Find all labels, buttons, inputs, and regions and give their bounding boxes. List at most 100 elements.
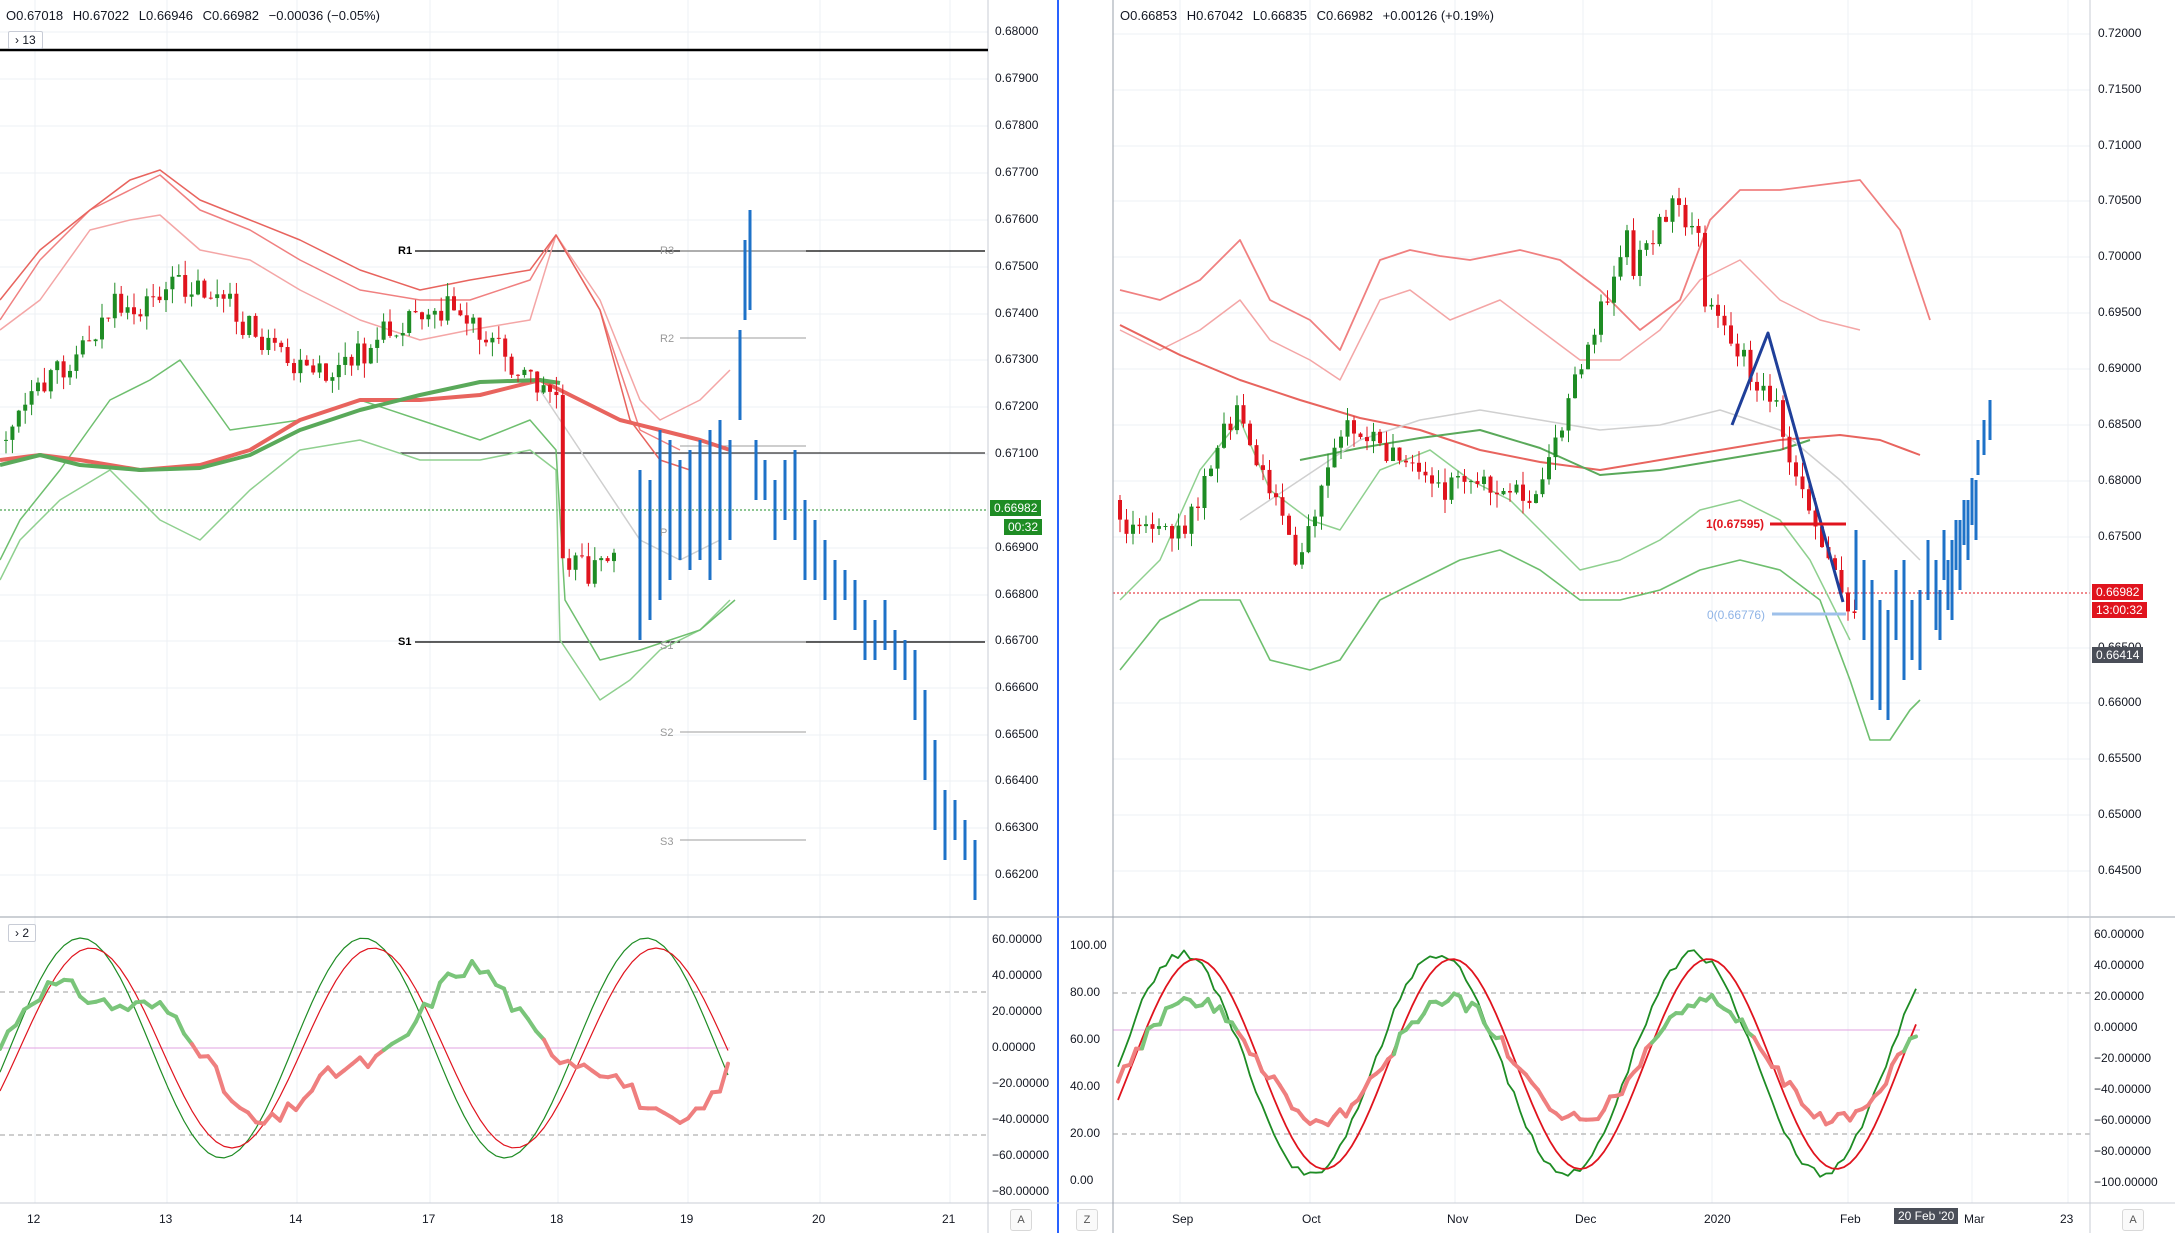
candle-body xyxy=(1436,482,1441,484)
chart-canvas[interactable] xyxy=(0,0,2175,1233)
candle-body xyxy=(1495,492,1499,495)
right-rsi-thick-line xyxy=(1908,1034,1918,1041)
right-low-tag: 0.66414 xyxy=(2092,647,2144,663)
left-auto-scale-button[interactable]: A xyxy=(1010,1209,1032,1231)
left-time-tick-label: 17 xyxy=(422,1212,436,1226)
zoom-button[interactable]: Z xyxy=(1076,1209,1098,1231)
candle-body xyxy=(1215,447,1220,469)
candle-body xyxy=(541,385,546,393)
candle-body xyxy=(1118,500,1122,520)
candle-body xyxy=(464,315,469,324)
left-osc-toggle[interactable]: › 2 xyxy=(8,924,37,942)
candle-body xyxy=(1553,437,1558,458)
candle-body xyxy=(1618,257,1623,277)
close-value: C0.66982 xyxy=(1316,8,1373,23)
candle-body xyxy=(202,280,207,298)
left-price-tick-label: 0.67800 xyxy=(995,118,1039,132)
candle-body xyxy=(119,293,124,313)
candle-body xyxy=(567,558,572,570)
left-price-tick-label: 0.66900 xyxy=(995,540,1039,554)
candle-body xyxy=(1768,385,1772,402)
right-price-tick-label: 0.70500 xyxy=(2098,193,2142,207)
fib-level-1-label: 1(0.67595) xyxy=(1706,517,1765,531)
right-osc-left-tick-label: 20.00 xyxy=(1070,1126,1101,1140)
candle-body xyxy=(1274,493,1278,498)
right-auto-scale-button[interactable]: A xyxy=(2122,1209,2144,1231)
candle-body xyxy=(1807,489,1811,511)
candle-body xyxy=(1404,460,1408,463)
candle-body xyxy=(1287,515,1291,535)
candle-body xyxy=(1547,457,1551,480)
candle-body xyxy=(1300,552,1304,565)
candle-body xyxy=(1579,369,1584,375)
right-rsi-thick-line xyxy=(1476,1004,1486,1025)
candle-body xyxy=(1345,420,1350,437)
candle-body xyxy=(439,310,444,321)
candle-body xyxy=(1280,497,1285,516)
candle-body xyxy=(1852,611,1857,614)
right-time-tick-label: Mar xyxy=(1964,1212,1985,1226)
open-value: O0.67018 xyxy=(6,8,64,23)
candle-body xyxy=(1352,420,1356,434)
candle-body xyxy=(1696,225,1701,233)
candle-body xyxy=(413,311,418,313)
pivot-r3-label: R3 xyxy=(660,245,675,257)
candle-body xyxy=(356,343,360,366)
right-price-pane[interactable] xyxy=(1113,179,2090,741)
candle-body xyxy=(132,307,136,315)
candle-body xyxy=(1644,243,1649,250)
candle-body xyxy=(560,395,565,559)
candle-body xyxy=(1176,525,1181,539)
candle-body xyxy=(29,391,34,405)
right-time-tick-label: Nov xyxy=(1447,1212,1469,1226)
candle-body xyxy=(285,347,290,364)
change-value: +0.00126 (+0.19%) xyxy=(1382,8,1494,23)
candle-body xyxy=(1631,230,1636,276)
candle-body xyxy=(144,296,149,317)
candle-body xyxy=(1703,232,1707,307)
candle-body xyxy=(100,317,104,340)
right-osc-tick-label: 60.00000 xyxy=(2094,927,2145,941)
left-osc-tick-label: 20.00000 xyxy=(992,1004,1043,1018)
candle-body xyxy=(1157,526,1161,529)
candle-body xyxy=(1423,471,1428,476)
candle-body xyxy=(1534,494,1538,503)
right-time-tick-label: Sep xyxy=(1172,1212,1194,1226)
right-rsi-thick-line xyxy=(1206,996,1216,1014)
left-time-tick-label: 12 xyxy=(27,1212,41,1226)
candle-body xyxy=(138,314,143,317)
pivot-s1b-label: S1 xyxy=(660,640,674,652)
candle-body xyxy=(266,337,271,351)
right-price-tick-label: 0.65000 xyxy=(2098,807,2142,821)
candle-body xyxy=(1183,525,1187,534)
candle-body xyxy=(528,369,533,372)
left-time-tick-label: 21 xyxy=(942,1212,956,1226)
candle-body xyxy=(215,294,220,299)
left-indicators-toggle[interactable]: › 13 xyxy=(8,31,43,49)
candle-body xyxy=(1358,433,1363,438)
candle-body xyxy=(1189,506,1194,534)
candle-body xyxy=(452,296,456,311)
candle-body xyxy=(164,289,168,301)
left-osc-tick-label: 60.00000 xyxy=(992,932,1043,946)
left-osc-tick-label: −60.00000 xyxy=(992,1148,1050,1162)
candle-body xyxy=(400,332,405,336)
candle-body xyxy=(1664,216,1668,222)
candle-body xyxy=(240,321,245,335)
candle-body xyxy=(1137,524,1142,527)
right-osc-left-tick-label: 0.00 xyxy=(1070,1173,1094,1187)
candle-body xyxy=(1261,465,1265,470)
pivot-r1-label: R1 xyxy=(398,245,413,257)
candle-body xyxy=(1735,343,1740,357)
candle-body xyxy=(1326,467,1330,486)
left-time-tick-label: 20 xyxy=(812,1212,826,1226)
candle-body xyxy=(1566,398,1571,431)
candle-body xyxy=(311,365,316,373)
candle-body xyxy=(1794,462,1798,477)
candle-body xyxy=(1586,344,1590,370)
candle-body xyxy=(1475,481,1480,485)
candle-body xyxy=(1241,405,1246,424)
candle-body xyxy=(336,364,341,378)
right-oscillator-pane[interactable] xyxy=(1113,949,2090,1178)
candle-body xyxy=(1742,349,1746,357)
